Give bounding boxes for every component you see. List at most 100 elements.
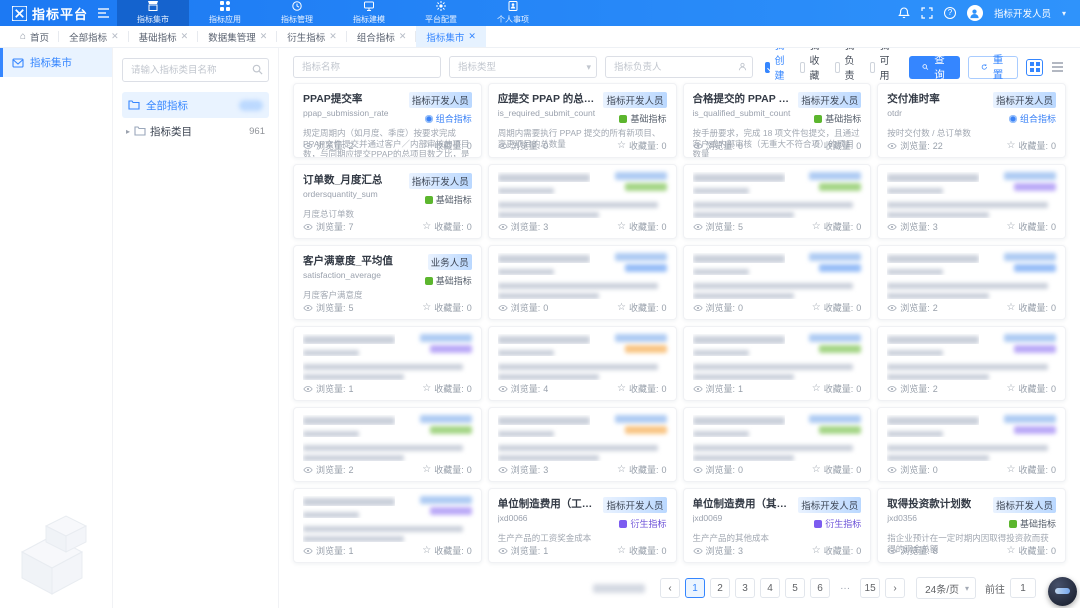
page-number-button[interactable]: ··· bbox=[835, 578, 855, 598]
metric-card[interactable]: 合格提交的 PPAP 项目数 is_qualified_submit_count… bbox=[683, 83, 872, 158]
favorites-stat[interactable]: ☆ 收藏量: 0 bbox=[617, 544, 667, 557]
tree-item-metric-category[interactable]: ▸ 指标类目 961 bbox=[122, 118, 269, 144]
page-number-button[interactable]: 15 bbox=[860, 578, 880, 598]
favorites-stat[interactable]: ☆ 收藏量: 0 bbox=[812, 220, 862, 233]
user-avatar[interactable] bbox=[967, 5, 983, 21]
list-view-icon[interactable] bbox=[1049, 59, 1066, 76]
favorites-stat[interactable]: ☆ 收藏量: 0 bbox=[1007, 544, 1057, 557]
page-number-button[interactable]: 4 bbox=[760, 578, 780, 598]
favorites-stat[interactable]: ☆ 收藏量: 0 bbox=[617, 139, 667, 152]
help-icon[interactable]: ? bbox=[944, 7, 956, 19]
page-tab[interactable]: 衍生指标 ✕ bbox=[277, 26, 347, 47]
favorites-stat[interactable]: ☆ 收藏量: 0 bbox=[812, 301, 862, 314]
metric-card[interactable]: 浏览量: 2 ☆ 收藏量: 0 bbox=[877, 326, 1066, 401]
favorites-stat[interactable]: ☆ 收藏量: 0 bbox=[1007, 139, 1057, 152]
next-page-button[interactable]: › bbox=[885, 578, 905, 598]
page-tab[interactable]: 全部指标 ✕ bbox=[59, 26, 129, 47]
favorites-stat[interactable]: ☆ 收藏量: 0 bbox=[1007, 463, 1057, 476]
metric-card[interactable]: 单位制造费用（工资奖金） jxd0066 指标开发人员 衍生指标 生产产品的工资… bbox=[488, 488, 677, 563]
favorites-stat[interactable]: ☆ 收藏量: 0 bbox=[422, 463, 472, 476]
page-number-button[interactable]: 5 bbox=[785, 578, 805, 598]
metric-owner-input[interactable] bbox=[605, 56, 753, 78]
reset-button[interactable]: 重置 bbox=[968, 56, 1019, 79]
favorites-stat[interactable]: ☆ 收藏量: 0 bbox=[1007, 382, 1057, 395]
main-menu-item[interactable]: 指标建模 bbox=[333, 0, 405, 26]
close-icon[interactable]: ✕ bbox=[329, 31, 337, 42]
favorites-stat[interactable]: ☆ 收藏量: 0 bbox=[617, 463, 667, 476]
favorites-stat[interactable]: ☆ 收藏量: 0 bbox=[617, 220, 667, 233]
page-number-button[interactable]: 3 bbox=[735, 578, 755, 598]
main-menu-item[interactable]: 平台配置 bbox=[405, 0, 477, 26]
metric-card[interactable]: 订单数_月度汇总 ordersquantity_sum 指标开发人员 基础指标 … bbox=[293, 164, 482, 239]
main-menu-item[interactable]: 指标应用 bbox=[189, 0, 261, 26]
metric-card[interactable]: 取得投资款计划数 jxd0356 指标开发人员 基础指标 指企业预计在一定时期内… bbox=[877, 488, 1066, 563]
user-menu-caret-icon[interactable]: ▾ bbox=[1062, 9, 1066, 18]
page-size-select[interactable]: 24条/页 ▾ bbox=[916, 577, 976, 599]
category-search-input[interactable] bbox=[122, 58, 269, 82]
collapse-menu-icon[interactable] bbox=[96, 0, 117, 26]
favorites-stat[interactable]: ☆ 收藏量: 0 bbox=[1007, 220, 1057, 233]
metric-card[interactable]: 浏览量: 5 ☆ 收藏量: 0 bbox=[683, 164, 872, 239]
assistant-robot-button[interactable] bbox=[1048, 577, 1077, 606]
metric-card[interactable]: 浏览量: 0 ☆ 收藏量: 0 bbox=[683, 245, 872, 320]
metric-card[interactable]: 交付准时率 otdr 指标开发人员 组合指标 按时交付数 / 总订单数 浏览量:… bbox=[877, 83, 1066, 158]
close-icon[interactable]: ✕ bbox=[399, 31, 407, 42]
metric-card[interactable]: 浏览量: 0 ☆ 收藏量: 0 bbox=[683, 407, 872, 482]
main-menu-item[interactable]: 个人事项 bbox=[477, 0, 549, 26]
favorites-stat[interactable]: ☆ 收藏量: 0 bbox=[617, 382, 667, 395]
page-tab[interactable]: 数据集管理 ✕ bbox=[198, 26, 277, 47]
metric-card[interactable]: 浏览量: 1 ☆ 收藏量: 0 bbox=[293, 326, 482, 401]
favorites-stat[interactable]: ☆ 收藏量: 0 bbox=[422, 382, 472, 395]
tree-item-all-metrics[interactable]: 全部指标 bbox=[122, 92, 269, 118]
metric-card[interactable]: 浏览量: 3 ☆ 收藏量: 0 bbox=[877, 164, 1066, 239]
page-tab[interactable]: 基础指标 ✕ bbox=[129, 26, 199, 47]
fullscreen-icon[interactable] bbox=[921, 7, 933, 19]
expand-caret-icon[interactable]: ▸ bbox=[126, 127, 130, 136]
metric-card[interactable]: 客户满意度_平均值 satisfaction_average 业务人员 基础指标… bbox=[293, 245, 482, 320]
metric-card[interactable]: PPAP提交率 ppap_submission_rate 指标开发人员 组合指标… bbox=[293, 83, 482, 158]
main-menu-item[interactable]: 指标管理 bbox=[261, 0, 333, 26]
metric-card[interactable]: 应提交 PPAP 的总项目数 is_required_submit_count … bbox=[488, 83, 677, 158]
favorites-stat[interactable]: ☆ 收藏量: 0 bbox=[812, 544, 862, 557]
metric-card[interactable]: 浏览量: 0 ☆ 收藏量: 0 bbox=[488, 245, 677, 320]
favorites-stat[interactable]: ☆ 收藏量: 0 bbox=[1007, 301, 1057, 314]
query-button[interactable]: 查询 bbox=[909, 56, 960, 79]
close-icon[interactable]: ✕ bbox=[181, 31, 189, 42]
main-menu-item[interactable]: 指标集市 bbox=[117, 0, 189, 26]
close-icon[interactable]: ✕ bbox=[260, 31, 268, 42]
page-tab[interactable]: 指标集市 ✕ bbox=[416, 26, 486, 47]
favorites-stat[interactable]: ☆ 收藏量: 0 bbox=[422, 544, 472, 557]
metric-card[interactable]: 浏览量: 1 ☆ 收藏量: 0 bbox=[293, 488, 482, 563]
metric-card[interactable]: 浏览量: 0 ☆ 收藏量: 0 bbox=[877, 407, 1066, 482]
metric-card[interactable]: 浏览量: 3 ☆ 收藏量: 0 bbox=[488, 164, 677, 239]
metric-card[interactable]: 浏览量: 2 ☆ 收藏量: 0 bbox=[293, 407, 482, 482]
favorites-stat[interactable]: ☆ 收藏量: 0 bbox=[422, 139, 472, 152]
metric-card[interactable]: 浏览量: 4 ☆ 收藏量: 0 bbox=[488, 326, 677, 401]
close-icon[interactable]: ✕ bbox=[468, 31, 476, 42]
prev-page-button[interactable]: ‹ bbox=[660, 578, 680, 598]
page-tab[interactable]: 组合指标 ✕ bbox=[347, 26, 417, 47]
close-icon[interactable]: ✕ bbox=[111, 31, 119, 42]
goto-page-input[interactable] bbox=[1010, 578, 1036, 598]
metric-type-select[interactable] bbox=[449, 56, 597, 78]
user-name[interactable]: 指标开发人员 bbox=[994, 6, 1051, 20]
metric-card[interactable]: 浏览量: 1 ☆ 收藏量: 0 bbox=[683, 326, 872, 401]
favorites-stat[interactable]: ☆ 收藏量: 0 bbox=[812, 139, 862, 152]
page-number-button[interactable]: 2 bbox=[710, 578, 730, 598]
favorites-stat[interactable]: ☆ 收藏量: 0 bbox=[422, 301, 472, 314]
favorites-stat[interactable]: ☆ 收藏量: 0 bbox=[422, 220, 472, 233]
sidebar-item-metric-market[interactable]: 指标集市 bbox=[0, 48, 112, 77]
metric-name-input[interactable] bbox=[293, 56, 441, 78]
personal-icon bbox=[508, 1, 518, 13]
card-view-icon[interactable] bbox=[1026, 59, 1043, 76]
metric-card[interactable]: 浏览量: 3 ☆ 收藏量: 0 bbox=[488, 407, 677, 482]
page-number-button[interactable]: 1 bbox=[685, 578, 705, 598]
favorites-stat[interactable]: ☆ 收藏量: 0 bbox=[812, 382, 862, 395]
tab-home[interactable]: ⌂ 首页 bbox=[10, 26, 59, 47]
metric-card[interactable]: 单位制造费用（其他） jxd0069 指标开发人员 衍生指标 生产产品的其他成本… bbox=[683, 488, 872, 563]
metric-card[interactable]: 浏览量: 2 ☆ 收藏量: 0 bbox=[877, 245, 1066, 320]
notification-bell-icon[interactable] bbox=[898, 7, 910, 19]
favorites-stat[interactable]: ☆ 收藏量: 0 bbox=[812, 463, 862, 476]
favorites-stat[interactable]: ☆ 收藏量: 0 bbox=[617, 301, 667, 314]
page-number-button[interactable]: 6 bbox=[810, 578, 830, 598]
